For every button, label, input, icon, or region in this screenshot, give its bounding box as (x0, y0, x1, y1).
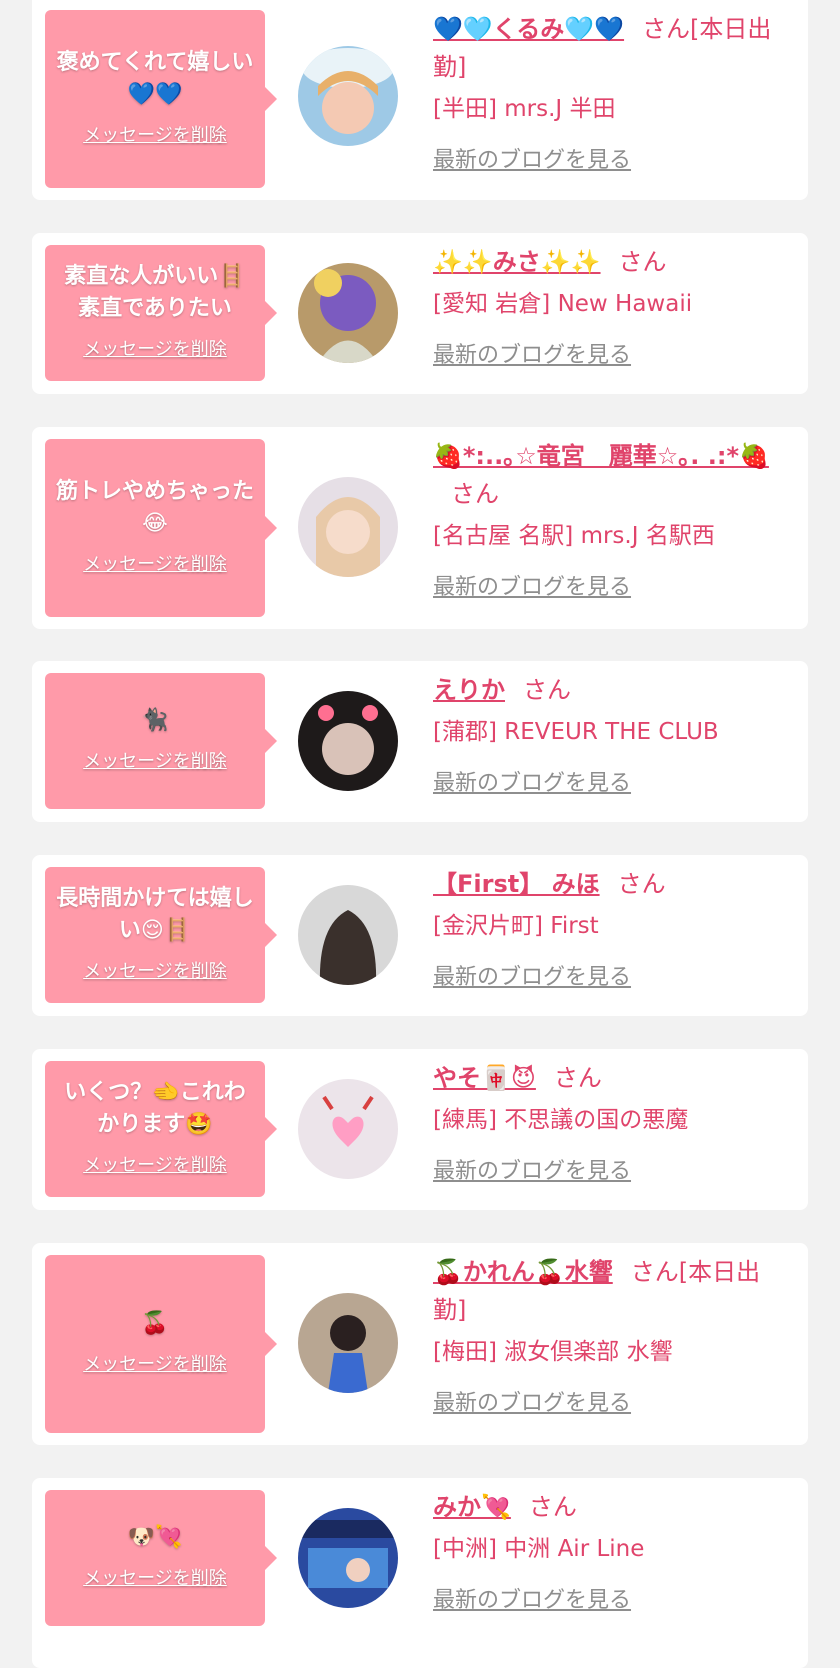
view-blog-link[interactable]: 最新のブログを見る (433, 142, 631, 174)
cast-name-link[interactable]: 【First】 みほ (433, 870, 600, 898)
cast-name-line: やそ🀄😈 さん (433, 1059, 791, 1097)
message-text: いくつ？🫲これわかります🤩 (64, 1080, 246, 1137)
cast-name-link[interactable]: 🍒かれん🍒水響 (433, 1258, 613, 1286)
view-blog-link[interactable]: 最新のブログを見る (433, 569, 631, 601)
shop-name: [名古屋 名駅] mrs.J 名駅西 (433, 523, 715, 549)
delete-message-link[interactable]: メッセージを削除 (83, 335, 227, 361)
delete-message-link[interactable]: メッセージを削除 (83, 1564, 227, 1590)
cast-name-line: 【First】 みほ さん (433, 865, 791, 903)
shop-name: [愛知 岩倉] New Hawaii (433, 291, 693, 317)
avatar[interactable] (298, 477, 398, 577)
honorific: さん (553, 1064, 602, 1092)
delete-message-link[interactable]: メッセージを削除 (83, 957, 227, 983)
shop-name: [半田] mrs.J 半田 (433, 96, 616, 122)
avatar[interactable] (298, 1508, 398, 1608)
cast-name-link[interactable]: えりか (433, 676, 505, 704)
cast-name-line: 🍒かれん🍒水響 さん[本日出勤] (433, 1253, 791, 1329)
cast-name-link[interactable]: 🍓*:..｡☆竜宮 麗華☆｡. .:*🍓 (433, 442, 769, 470)
favorite-card: いくつ？🫲これわかります🤩 メッセージを削除 やそ🀄😈 さん [練馬] 不思議の国… (32, 1049, 808, 1210)
avatar[interactable] (298, 1079, 398, 1179)
message-text: 筋トレやめちゃった😂 (55, 479, 254, 536)
cast-name-line: ✨✨みさ✨✨ さん (433, 243, 791, 281)
honorific: さん (617, 870, 666, 898)
cast-info: えりか さん [蒲郡] REVEUR THE CLUB 最新のブログを見る (433, 671, 791, 797)
cast-name-line: えりか さん (433, 671, 791, 709)
message-bubble: 🍒 メッセージを削除 (45, 1255, 277, 1433)
favorite-card: 長時間かけては嬉しい😌🪜 メッセージを削除 【First】 みほ さん [金沢片町… (32, 855, 808, 1016)
cast-info: 💙🩵くるみ🩵💙 さん[本日出勤] [半田] mrs.J 半田 最新のブログを見る (433, 10, 791, 174)
message-bubble: 褒めてくれて嬉しい💙💙 メッセージを削除 (45, 10, 277, 188)
shop-name: [練馬] 不思議の国の悪魔 (433, 1107, 689, 1133)
cast-name-link[interactable]: やそ🀄😈 (433, 1064, 536, 1092)
shop-name: [中洲] 中洲 Air Line (433, 1536, 645, 1562)
honorific: さん (528, 1493, 577, 1521)
honorific: さん (451, 480, 499, 508)
cast-name-link[interactable]: ✨✨みさ✨✨ (433, 248, 601, 276)
cast-info: 🍓*:..｡☆竜宮 麗華☆｡. .:*🍓 さん [名古屋 名駅] mrs.J 名駅… (433, 437, 791, 601)
view-blog-link[interactable]: 最新のブログを見る (433, 959, 631, 991)
avatar[interactable] (298, 885, 398, 985)
delete-message-link[interactable]: メッセージを削除 (83, 121, 227, 147)
delete-message-link[interactable]: メッセージを削除 (83, 747, 227, 773)
message-bubble: いくつ？🫲これわかります🤩 メッセージを削除 (45, 1061, 277, 1197)
avatar[interactable] (298, 46, 398, 146)
view-blog-link[interactable]: 最新のブログを見る (433, 337, 631, 369)
favorite-card: 🐶💘 メッセージを削除 みか💘 さん [中洲] 中洲 Air Line 最新のブロ… (32, 1478, 808, 1668)
message-text: 🐈‍⬛ (141, 708, 169, 733)
message-text: 🍒 (141, 1311, 169, 1336)
cast-name-link[interactable]: 💙🩵くるみ🩵💙 (433, 15, 624, 43)
delete-message-link[interactable]: メッセージを削除 (83, 1350, 227, 1376)
avatar[interactable] (298, 1293, 398, 1393)
favorite-card: 🐈‍⬛ メッセージを削除 えりか さん [蒲郡] REVEUR THE CLUB … (32, 661, 808, 822)
message-text: 🐶💘 (127, 1525, 183, 1550)
cast-name-link[interactable]: みか💘 (433, 1493, 511, 1521)
view-blog-link[interactable]: 最新のブログを見る (433, 1385, 631, 1417)
message-text: 褒めてくれて嬉しい💙💙 (56, 50, 254, 107)
view-blog-link[interactable]: 最新のブログを見る (433, 1153, 631, 1185)
honorific: さん (523, 676, 571, 704)
cast-info: みか💘 さん [中洲] 中洲 Air Line 最新のブログを見る (433, 1488, 791, 1614)
honorific: さん (618, 248, 667, 276)
delete-message-link[interactable]: メッセージを削除 (83, 550, 227, 576)
cast-info: やそ🀄😈 さん [練馬] 不思議の国の悪魔 最新のブログを見る (433, 1059, 791, 1185)
favorite-card: 褒めてくれて嬉しい💙💙 メッセージを削除 💙🩵くるみ🩵💙 さん[本日出勤] [半田… (32, 0, 808, 200)
message-bubble: 🐶💘 メッセージを削除 (45, 1490, 277, 1626)
shop-name: [梅田] 淑女倶楽部 水響 (433, 1339, 673, 1365)
favorite-card: 素直な人がいい🪜素直でありたい メッセージを削除 ✨✨みさ✨✨ さん [愛知 岩倉… (32, 233, 808, 394)
shop-name: [蒲郡] REVEUR THE CLUB (433, 719, 719, 745)
avatar[interactable] (298, 691, 398, 791)
delete-message-link[interactable]: メッセージを削除 (83, 1151, 227, 1177)
cast-info: 🍒かれん🍒水響 さん[本日出勤] [梅田] 淑女倶楽部 水響 最新のブログを見る (433, 1253, 791, 1417)
avatar[interactable] (298, 263, 398, 363)
view-blog-link[interactable]: 最新のブログを見る (433, 765, 631, 797)
cast-name-line: 🍓*:..｡☆竜宮 麗華☆｡. .:*🍓 さん (433, 437, 791, 513)
message-bubble: 長時間かけては嬉しい😌🪜 メッセージを削除 (45, 867, 277, 1003)
cast-info: ✨✨みさ✨✨ さん [愛知 岩倉] New Hawaii 最新のブログを見る (433, 243, 791, 369)
favorite-card: 筋トレやめちゃった😂 メッセージを削除 🍓*:..｡☆竜宮 麗華☆｡. .:*🍓… (32, 427, 808, 629)
message-text: 長時間かけては嬉しい😌🪜 (56, 886, 254, 943)
view-blog-link[interactable]: 最新のブログを見る (433, 1582, 631, 1614)
cast-name-line: みか💘 さん (433, 1488, 791, 1526)
message-bubble: 🐈‍⬛ メッセージを削除 (45, 673, 277, 809)
favorite-card: 🍒 メッセージを削除 🍒かれん🍒水響 さん[本日出勤] [梅田] 淑女倶楽部 水響… (32, 1243, 808, 1445)
message-bubble: 素直な人がいい🪜素直でありたい メッセージを削除 (45, 245, 277, 381)
cast-info: 【First】 みほ さん [金沢片町] First 最新のブログを見る (433, 865, 791, 991)
message-text: 素直な人がいい🪜素直でありたい (64, 264, 246, 321)
cast-name-line: 💙🩵くるみ🩵💙 さん[本日出勤] (433, 10, 791, 86)
shop-name: [金沢片町] First (433, 913, 599, 939)
message-bubble: 筋トレやめちゃった😂 メッセージを削除 (45, 439, 277, 617)
